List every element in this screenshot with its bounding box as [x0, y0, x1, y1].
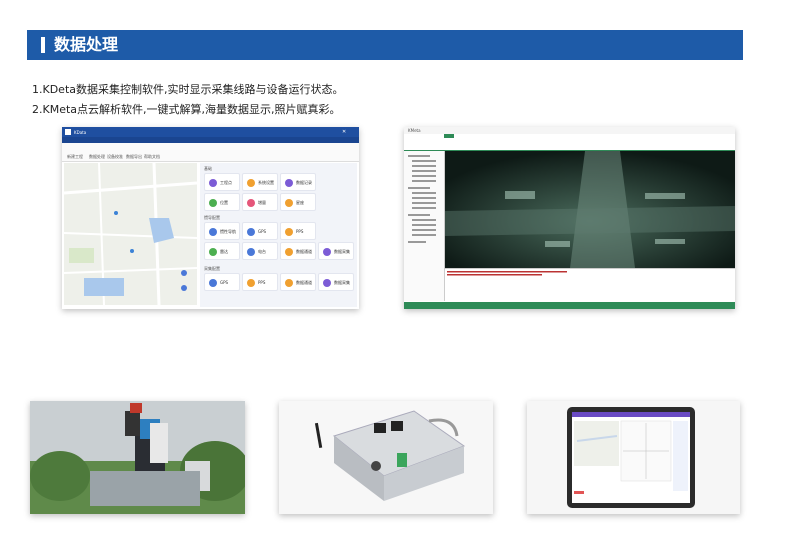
- kdata-window-title: KData: [74, 130, 87, 135]
- card-label: PPS: [258, 280, 266, 285]
- card-data-channel-2[interactable]: 数据通道: [280, 273, 316, 291]
- card-position[interactable]: 位置: [204, 193, 240, 211]
- card-label: GPS: [220, 280, 229, 285]
- layer-tree: [408, 155, 436, 243]
- card-label: 数据采集: [334, 249, 350, 254]
- layer-tree-panel[interactable]: [404, 151, 445, 301]
- collect-icon: [323, 279, 331, 287]
- card-data-collect-2[interactable]: 数据采集: [318, 273, 354, 291]
- gps-icon: [247, 228, 255, 236]
- kmeta-toolbar: [404, 134, 735, 151]
- toolbar-new-project[interactable]: 新建工程: [67, 154, 83, 160]
- tablet-illustration: [527, 401, 740, 514]
- pps-icon: [285, 228, 293, 236]
- position-icon: [209, 199, 217, 207]
- card-system-settings[interactable]: 系统设置: [242, 173, 278, 191]
- point-cloud-render: [445, 151, 735, 268]
- increment-icon: [247, 199, 255, 207]
- kmeta-window-title: KMeta: [408, 128, 421, 133]
- gps-icon: [209, 279, 217, 287]
- card-label: 增量: [258, 200, 266, 205]
- card-label: 工程点: [220, 180, 232, 185]
- toolbar-help[interactable]: 帮助文档: [144, 154, 160, 160]
- kmeta-statusbar: [404, 302, 735, 309]
- card-label: 数据采集: [334, 280, 350, 285]
- channel-icon: [285, 248, 293, 256]
- card-data-channel[interactable]: 数据通道: [280, 242, 316, 260]
- card-constellation[interactable]: 星座: [280, 193, 316, 211]
- card-project-point[interactable]: 工程点: [204, 173, 240, 191]
- card-label: 数据通道: [296, 249, 312, 254]
- card-gps-2[interactable]: GPS: [204, 273, 240, 291]
- card-ins[interactable]: 惯性导航: [204, 222, 240, 240]
- kdata-titlebar: KData ✕: [62, 127, 359, 137]
- settings-icon: [247, 179, 255, 187]
- map-panel[interactable]: [63, 162, 198, 306]
- control-box-photo: [279, 401, 493, 514]
- log-lines: [447, 271, 567, 276]
- radio-icon: [247, 248, 255, 256]
- toolbar-data-processing[interactable]: 数据处理: [89, 154, 105, 160]
- card-label: GPS: [258, 229, 267, 234]
- card-gps[interactable]: GPS: [242, 222, 278, 240]
- pps-icon: [247, 279, 255, 287]
- kdata-logo-icon: [65, 129, 71, 135]
- card-data-collect[interactable]: 数据采集: [318, 242, 354, 260]
- card-radio[interactable]: 电台: [242, 242, 278, 260]
- scanner-field-photo: [30, 401, 245, 514]
- header-accent-bar: [41, 37, 45, 53]
- card-label: 数据通道: [296, 280, 312, 285]
- section-basic-title: 基础: [204, 166, 212, 171]
- scanner-field-illustration: [30, 401, 245, 514]
- log-panel: [445, 268, 735, 302]
- close-icon[interactable]: ✕: [342, 129, 346, 135]
- channel-icon: [285, 279, 293, 287]
- record-icon: [285, 179, 293, 187]
- kmeta-screenshot: KMeta: [404, 127, 735, 309]
- section-header: 数据处理: [27, 30, 743, 60]
- control-box-illustration: [279, 401, 493, 514]
- dashboard-panel: 基础 工程点 系统设置 数据记录 位置 增量 星座 惯导配置 惯性导航 GPS …: [200, 163, 357, 307]
- constellation-icon: [285, 199, 293, 207]
- card-label: 电台: [258, 249, 266, 254]
- toolbar-export[interactable]: 数据导出: [126, 154, 142, 160]
- map-drawing: [63, 162, 198, 306]
- kdata-screenshot: KData ✕ 新建工程 数据处理 设备校准 数据导出 帮助文档 基础 工程点: [62, 127, 359, 309]
- toolbar-calibration[interactable]: 设备校准: [107, 154, 123, 160]
- card-data-record[interactable]: 数据记录: [280, 173, 316, 191]
- radar-icon: [209, 248, 217, 256]
- tablet-photo: [527, 401, 740, 514]
- kdata-toolbar: 新建工程 数据处理 设备校准 数据导出 帮助文档: [62, 143, 359, 162]
- description-line-1: 1.KDeta数据采集控制软件,实时显示采集线路与设备运行状态。: [32, 83, 344, 96]
- card-label: 星座: [296, 200, 304, 205]
- card-pps[interactable]: PPS: [280, 222, 316, 240]
- card-radar[interactable]: 雷达: [204, 242, 240, 260]
- card-increment[interactable]: 增量: [242, 193, 278, 211]
- kmeta-active-tab[interactable]: [444, 134, 454, 138]
- card-label: 系统设置: [258, 180, 274, 185]
- card-label: 数据记录: [296, 180, 312, 185]
- card-label: 惯性导航: [220, 229, 236, 234]
- section-ins-title: 惯导配置: [204, 215, 220, 220]
- card-label: PPS: [296, 229, 304, 234]
- project-point-icon: [209, 179, 217, 187]
- section-title: 数据处理: [54, 35, 119, 54]
- description-line-2: 2.KMeta点云解析软件,一键式解算,海量数据显示,照片赋真彩。: [32, 103, 341, 116]
- card-label: 位置: [220, 200, 228, 205]
- collect-icon: [323, 248, 331, 256]
- card-pps-2[interactable]: PPS: [242, 273, 278, 291]
- card-label: 雷达: [220, 249, 228, 254]
- section-collect-title: 采集配置: [204, 266, 220, 271]
- point-cloud-viewport[interactable]: [445, 151, 735, 268]
- ins-icon: [209, 228, 217, 236]
